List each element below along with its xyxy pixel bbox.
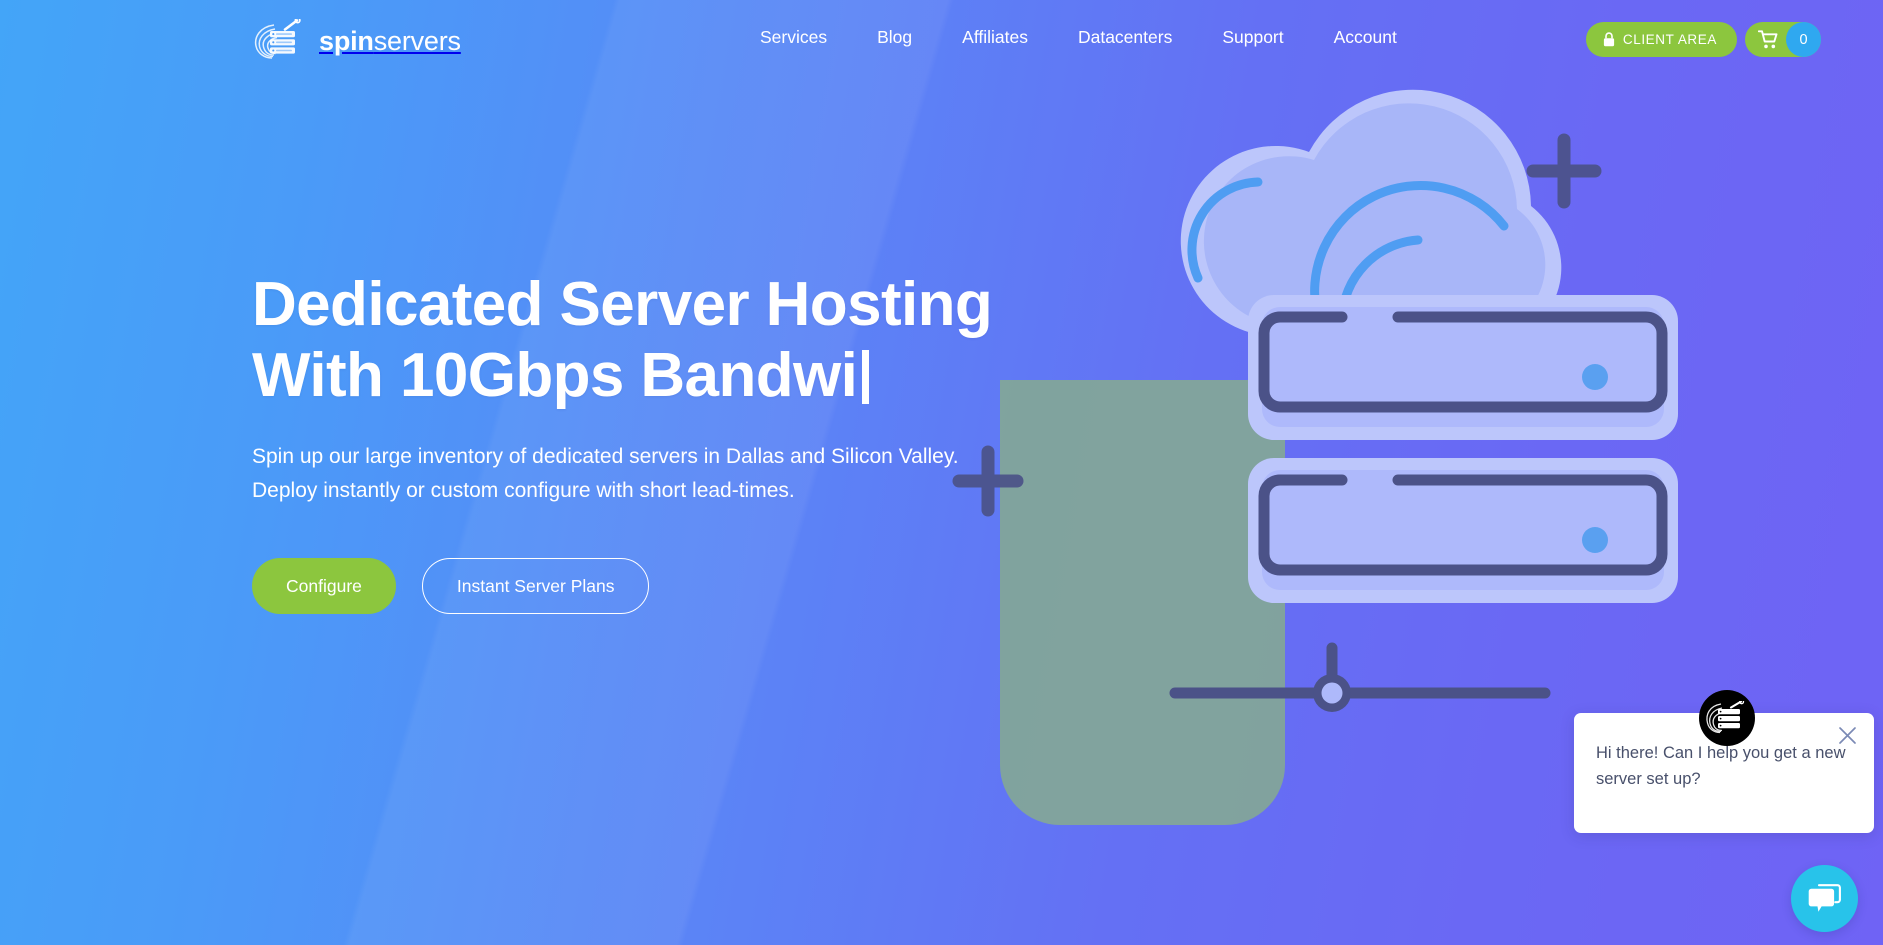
cart-count-badge: 0 — [1786, 22, 1821, 57]
configure-button[interactable]: Configure — [252, 558, 396, 615]
client-area-button[interactable]: CLIENT AREA — [1585, 22, 1737, 57]
cart-button[interactable]: 0 — [1745, 22, 1821, 57]
site-logo[interactable]: spinservers — [252, 19, 461, 63]
chat-close-button[interactable] — [1832, 720, 1862, 750]
main-navigation: Services Blog Affiliates Datacenters Sup… — [735, 26, 1422, 49]
chat-message: Hi there! Can I help you get a new serve… — [1596, 744, 1846, 788]
chat-launcher-button[interactable] — [1791, 865, 1858, 932]
spinservers-avatar-icon — [1705, 701, 1749, 735]
hero-cta-group: Configure Instant Server Plans — [252, 558, 1132, 615]
hero-title-line2: With 10Gbps Bandwi — [252, 340, 858, 410]
shopping-cart-icon — [1758, 30, 1786, 49]
client-area-label: CLIENT AREA — [1622, 32, 1717, 47]
site-header: spinservers Services Blog Affiliates Dat… — [0, 0, 1883, 80]
instant-server-plans-button[interactable]: Instant Server Plans — [421, 558, 650, 615]
nav-item-affiliates[interactable]: Affiliates — [937, 26, 1053, 49]
typing-cursor — [862, 349, 870, 404]
nav-item-account[interactable]: Account — [1309, 26, 1422, 49]
chat-agent-avatar — [1699, 690, 1755, 746]
hero-title-line1: Dedicated Server Hosting — [252, 270, 993, 339]
logo-wordmark: spinservers — [319, 25, 461, 56]
logo-wordmark-bold: spin — [319, 25, 374, 56]
chat-bubbles-icon — [1808, 884, 1841, 913]
nav-item-services[interactable]: Services — [735, 26, 852, 49]
page-title: Dedicated Server Hosting With 10Gbps Ban… — [252, 270, 1132, 411]
hero-section: Dedicated Server Hosting With 10Gbps Ban… — [252, 270, 1132, 615]
hero-subtitle-line2: Deploy instantly or custom configure wit… — [252, 479, 795, 503]
spinservers-logo-icon — [252, 19, 310, 63]
logo-wordmark-light: servers — [373, 25, 461, 56]
hero-subtitle-line1: Spin up our large inventory of dedicated… — [252, 445, 959, 469]
nav-item-datacenters[interactable]: Datacenters — [1053, 26, 1197, 49]
hero-illustration — [952, 89, 1678, 825]
nav-item-support[interactable]: Support — [1197, 26, 1308, 49]
nav-item-blog[interactable]: Blog — [852, 26, 937, 49]
lock-icon — [1603, 32, 1615, 47]
header-actions: CLIENT AREA 0 — [1585, 22, 1821, 57]
close-icon — [1838, 726, 1857, 745]
hero-subtitle: Spin up our large inventory of dedicated… — [252, 440, 1052, 508]
